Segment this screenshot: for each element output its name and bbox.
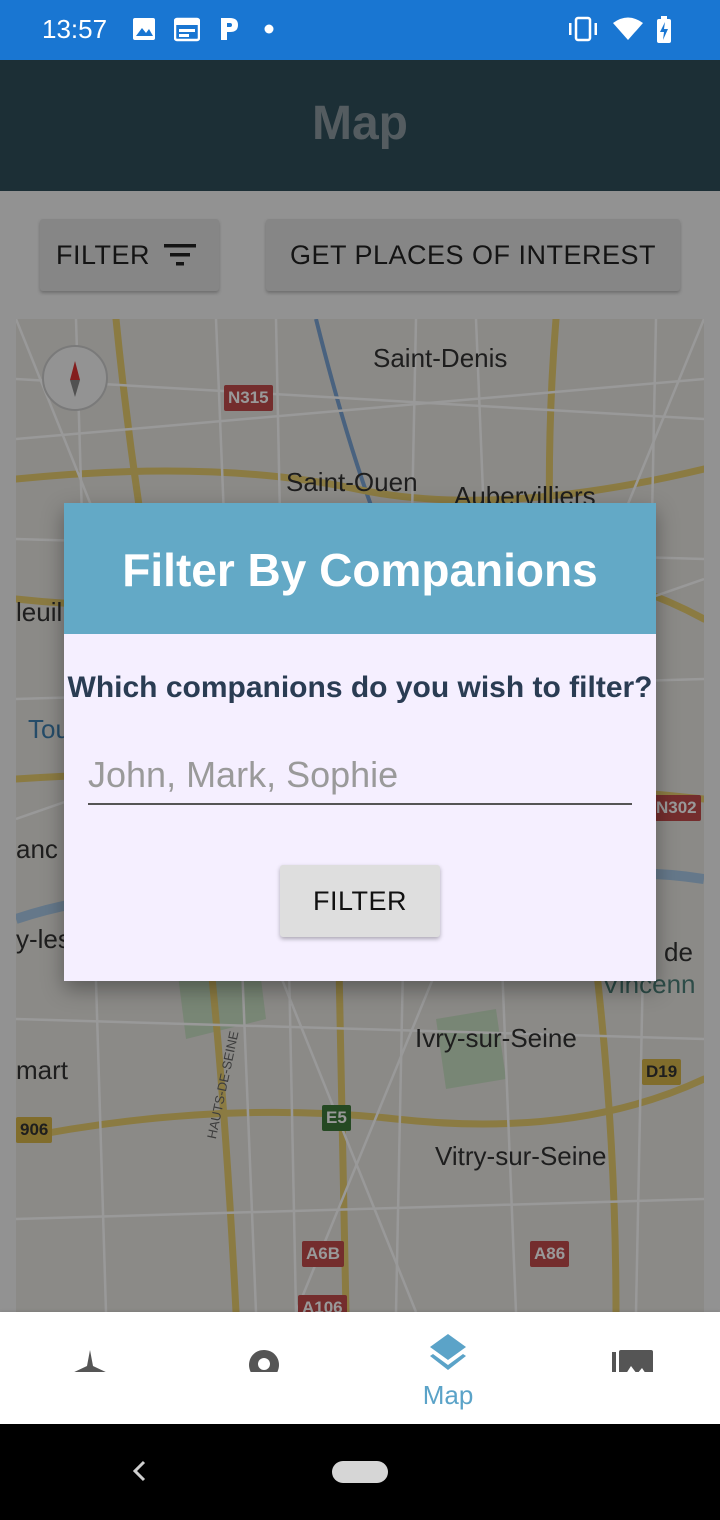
- nav-item-places[interactable]: [174, 1312, 354, 1424]
- nav-item-map-label: Map: [422, 1380, 474, 1410]
- status-bar: 13:57: [0, 0, 720, 60]
- photos-icon: [612, 1350, 653, 1372]
- back-icon[interactable]: [128, 1454, 150, 1488]
- location-pin-icon: [249, 1350, 279, 1372]
- nav-item-trips[interactable]: [0, 1312, 180, 1424]
- nav-item-map[interactable]: Map: [358, 1312, 538, 1424]
- bottom-navigation: Map: [0, 1312, 720, 1424]
- wifi-icon: [613, 17, 643, 40]
- calendar-notification-icon: [174, 17, 200, 42]
- parking-notification-icon: [221, 18, 238, 40]
- airplane-icon: [74, 1350, 106, 1372]
- home-pill-button[interactable]: [332, 1461, 388, 1483]
- vibrate-icon: [569, 16, 597, 42]
- dot-icon: [264, 24, 274, 34]
- filter-companions-dialog: Filter By Companions Which companions do…: [64, 503, 656, 981]
- dialog-filter-button[interactable]: FILTER: [280, 865, 440, 937]
- layers-icon: [430, 1334, 466, 1370]
- nav-item-photos[interactable]: [542, 1312, 720, 1424]
- system-navigation-bar: [0, 1424, 720, 1520]
- status-time: 13:57: [42, 14, 108, 44]
- dialog-header: Filter By Companions: [64, 503, 656, 634]
- companions-input[interactable]: [88, 747, 632, 805]
- battery-charging-icon: [657, 16, 671, 43]
- dialog-question: Which companions do you wish to filter?: [67, 671, 653, 704]
- dialog-title: Filter By Companions: [122, 544, 598, 596]
- image-notification-icon: [133, 18, 155, 40]
